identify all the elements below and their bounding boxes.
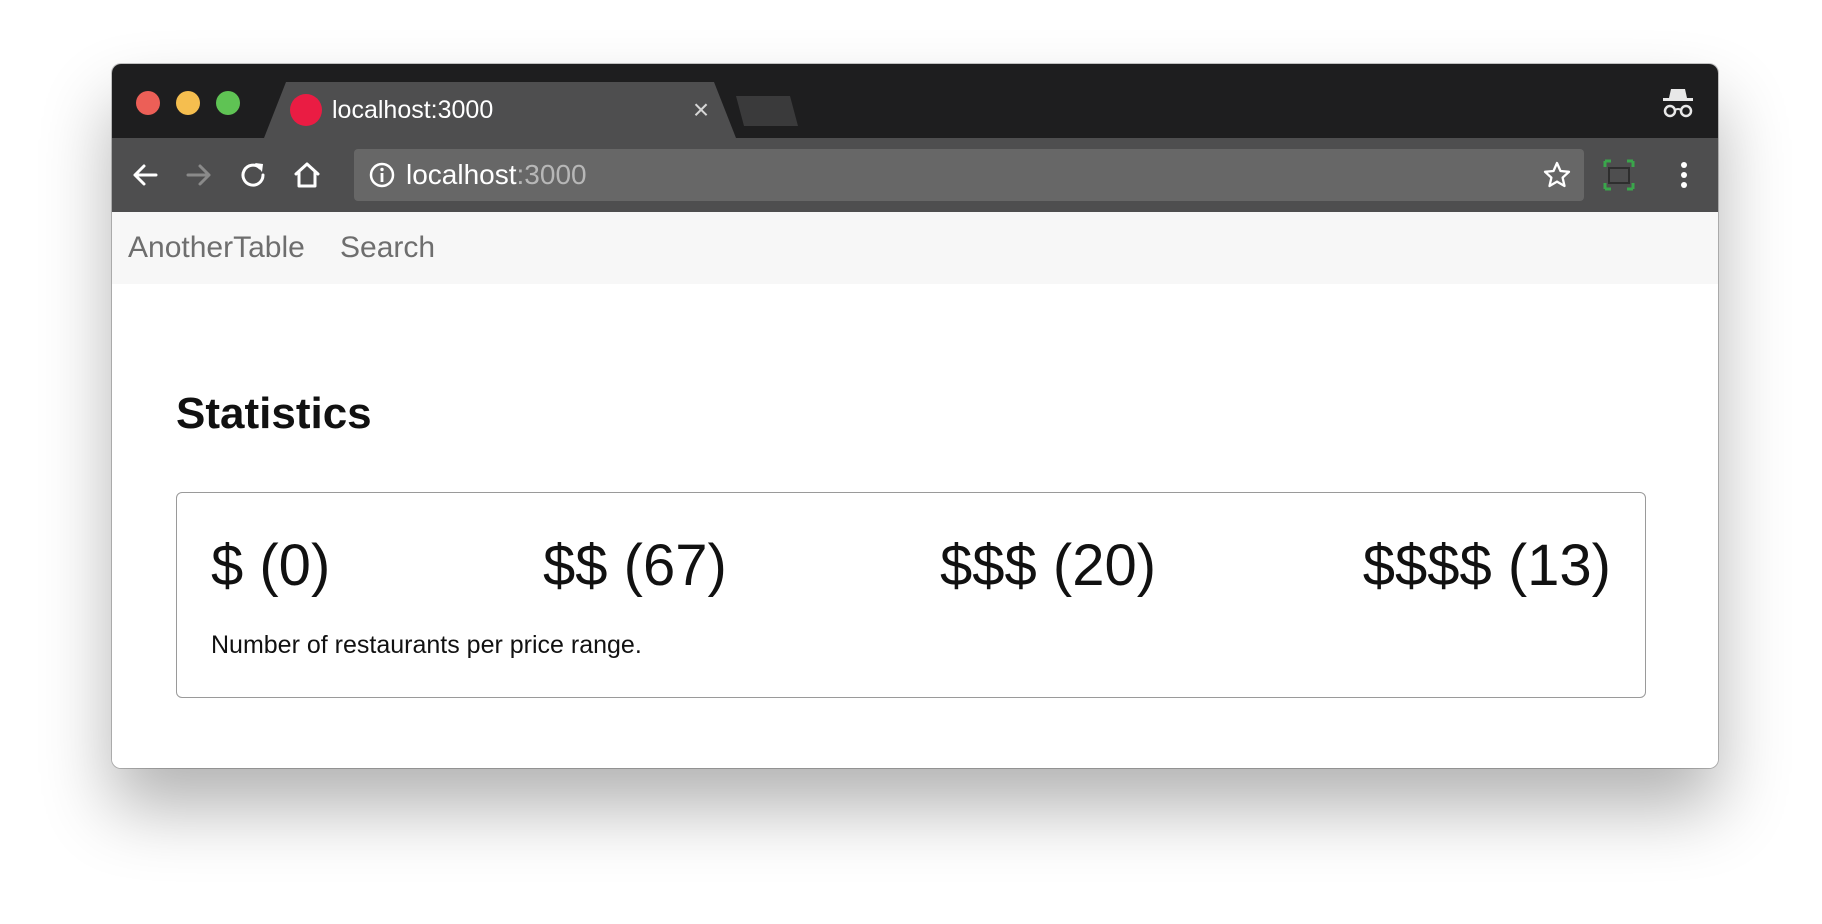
window-maximize-button[interactable]	[216, 91, 240, 115]
forward-icon[interactable]	[182, 158, 216, 192]
url-port: :3000	[516, 159, 587, 190]
browser-window: localhost:3000 × localhost:3000 AnotherT…	[112, 64, 1718, 768]
address-bar-url[interactable]: localhost:3000	[406, 149, 587, 201]
home-icon[interactable]	[290, 158, 324, 192]
reload-icon[interactable]	[236, 158, 270, 192]
bookmark-star-icon[interactable]	[1542, 160, 1572, 190]
page-content: AnotherTable Search Statistics $ (0) $$ …	[112, 212, 1718, 768]
address-bar[interactable]: localhost:3000	[354, 149, 1584, 201]
cast-icon[interactable]	[1602, 158, 1636, 192]
price-range-stat: $$ (67)	[543, 533, 727, 598]
back-icon[interactable]	[128, 158, 162, 192]
url-host: localhost	[406, 159, 517, 190]
tab-close-button[interactable]: ×	[686, 94, 716, 126]
favicon-icon	[290, 94, 322, 126]
price-range-stat: $$$$ (13)	[1362, 533, 1611, 598]
navbar-brand-link[interactable]: AnotherTable	[128, 212, 305, 284]
window-minimize-button[interactable]	[176, 91, 200, 115]
statistics-caption: Number of restaurants per price range.	[211, 631, 642, 659]
info-icon[interactable]	[368, 161, 396, 189]
browser-toolbar: localhost:3000	[112, 138, 1718, 213]
price-range-stat: $$$ (20)	[940, 533, 1157, 598]
incognito-icon	[1663, 89, 1693, 118]
menu-icon[interactable]	[1674, 158, 1694, 192]
navbar-link-search[interactable]: Search	[340, 212, 435, 284]
window-close-button[interactable]	[136, 91, 160, 115]
page-title: Statistics	[176, 389, 372, 438]
statistics-card: $ (0) $$ (67) $$$ (20) $$$$ (13) Number …	[176, 492, 1646, 698]
tab-title[interactable]: localhost:3000	[332, 94, 493, 126]
site-navbar: AnotherTable Search	[112, 212, 1718, 284]
new-tab-button[interactable]	[736, 96, 798, 126]
title-bar: localhost:3000 ×	[112, 64, 1718, 138]
price-range-stat: $ (0)	[211, 533, 331, 598]
